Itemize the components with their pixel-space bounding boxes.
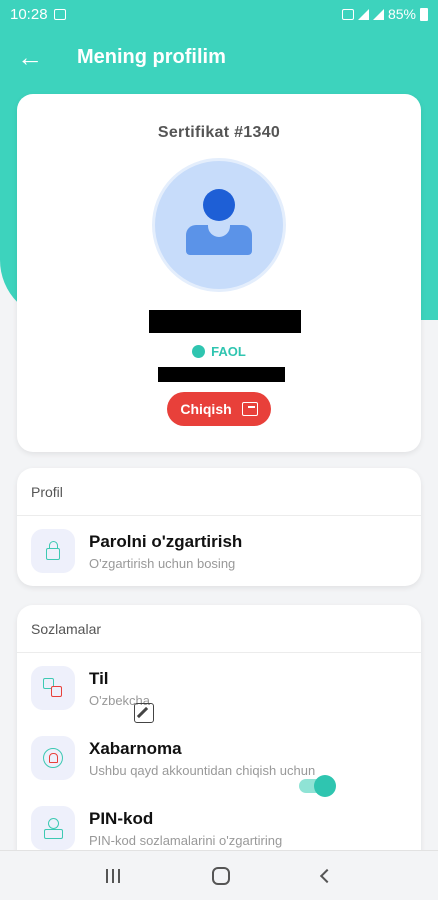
status-right: 85% <box>341 6 428 22</box>
wifi-icon <box>357 8 369 20</box>
redacted-name <box>149 310 301 333</box>
status-dot-icon <box>192 345 206 358</box>
profile-section-card: Profil Parolni o'zgartirish O'zgartirish… <box>17 468 421 586</box>
status-left: 10:28 <box>10 6 66 23</box>
system-nav-bar <box>0 850 438 900</box>
status-label: FAOL <box>211 344 246 359</box>
status-bar: 10:28 85% <box>0 0 438 28</box>
home-icon[interactable] <box>212 866 230 885</box>
signal-icon <box>372 8 384 20</box>
logout-label: Chiqish <box>180 401 232 417</box>
app-bar: ← Mening profilim <box>0 28 438 86</box>
alarm-icon <box>341 8 354 20</box>
logout-icon <box>241 402 258 416</box>
row-title: PIN-kod <box>89 808 154 828</box>
row-title: Xabarnoma <box>89 738 182 758</box>
lock-icon <box>31 529 75 573</box>
language-row[interactable]: Til O'zbekcha <box>17 653 421 723</box>
recent-apps-icon[interactable] <box>106 868 120 883</box>
avatar-body <box>186 225 252 255</box>
notification-toggle[interactable] <box>299 775 337 797</box>
translate-icon <box>31 666 75 710</box>
row-title: Til <box>89 668 109 688</box>
status-badge: FAOL <box>17 344 421 359</box>
change-password-row[interactable]: Parolni o'zgartirish O'zgartirish uchun … <box>17 516 421 586</box>
bell-icon <box>31 736 75 780</box>
section-header-sozlamalar: Sozlamalar <box>17 605 421 653</box>
row-title: Parolni o'zgartirish <box>89 531 243 551</box>
section-header-profil: Profil <box>17 468 421 516</box>
logout-button[interactable]: Chiqish <box>167 392 271 426</box>
avatar-head <box>203 189 235 221</box>
back-arrow-icon[interactable]: ← <box>0 28 60 86</box>
battery-icon <box>420 7 428 21</box>
nav-back-icon[interactable] <box>319 868 335 883</box>
status-time: 10:28 <box>10 5 48 23</box>
avatar <box>152 158 286 292</box>
edit-icon[interactable] <box>134 703 155 723</box>
row-subtitle: O'zgartirish uchun bosing <box>89 555 236 571</box>
profile-card: Sertifikat #1340 FAOL Chiqish <box>17 94 421 452</box>
battery-percent: 85% <box>387 6 416 22</box>
gallery-icon <box>53 8 66 20</box>
pin-lock-icon <box>31 806 75 850</box>
certificate-number: Sertifikat #1340 <box>157 124 281 141</box>
page-title: Mening profilim <box>77 45 226 68</box>
redacted-info <box>158 367 285 382</box>
notification-row[interactable]: Xabarnoma Ushbu qayd akkountidan chiqish… <box>17 723 421 797</box>
row-subtitle: PIN-kod sozlamalarini o'zgartiring <box>89 832 283 848</box>
row-subtitle: Ushbu qayd akkountidan chiqish uchun <box>89 762 316 778</box>
settings-section-card: Sozlamalar Til O'zbekcha Xabarnoma Ushbu… <box>17 605 421 865</box>
